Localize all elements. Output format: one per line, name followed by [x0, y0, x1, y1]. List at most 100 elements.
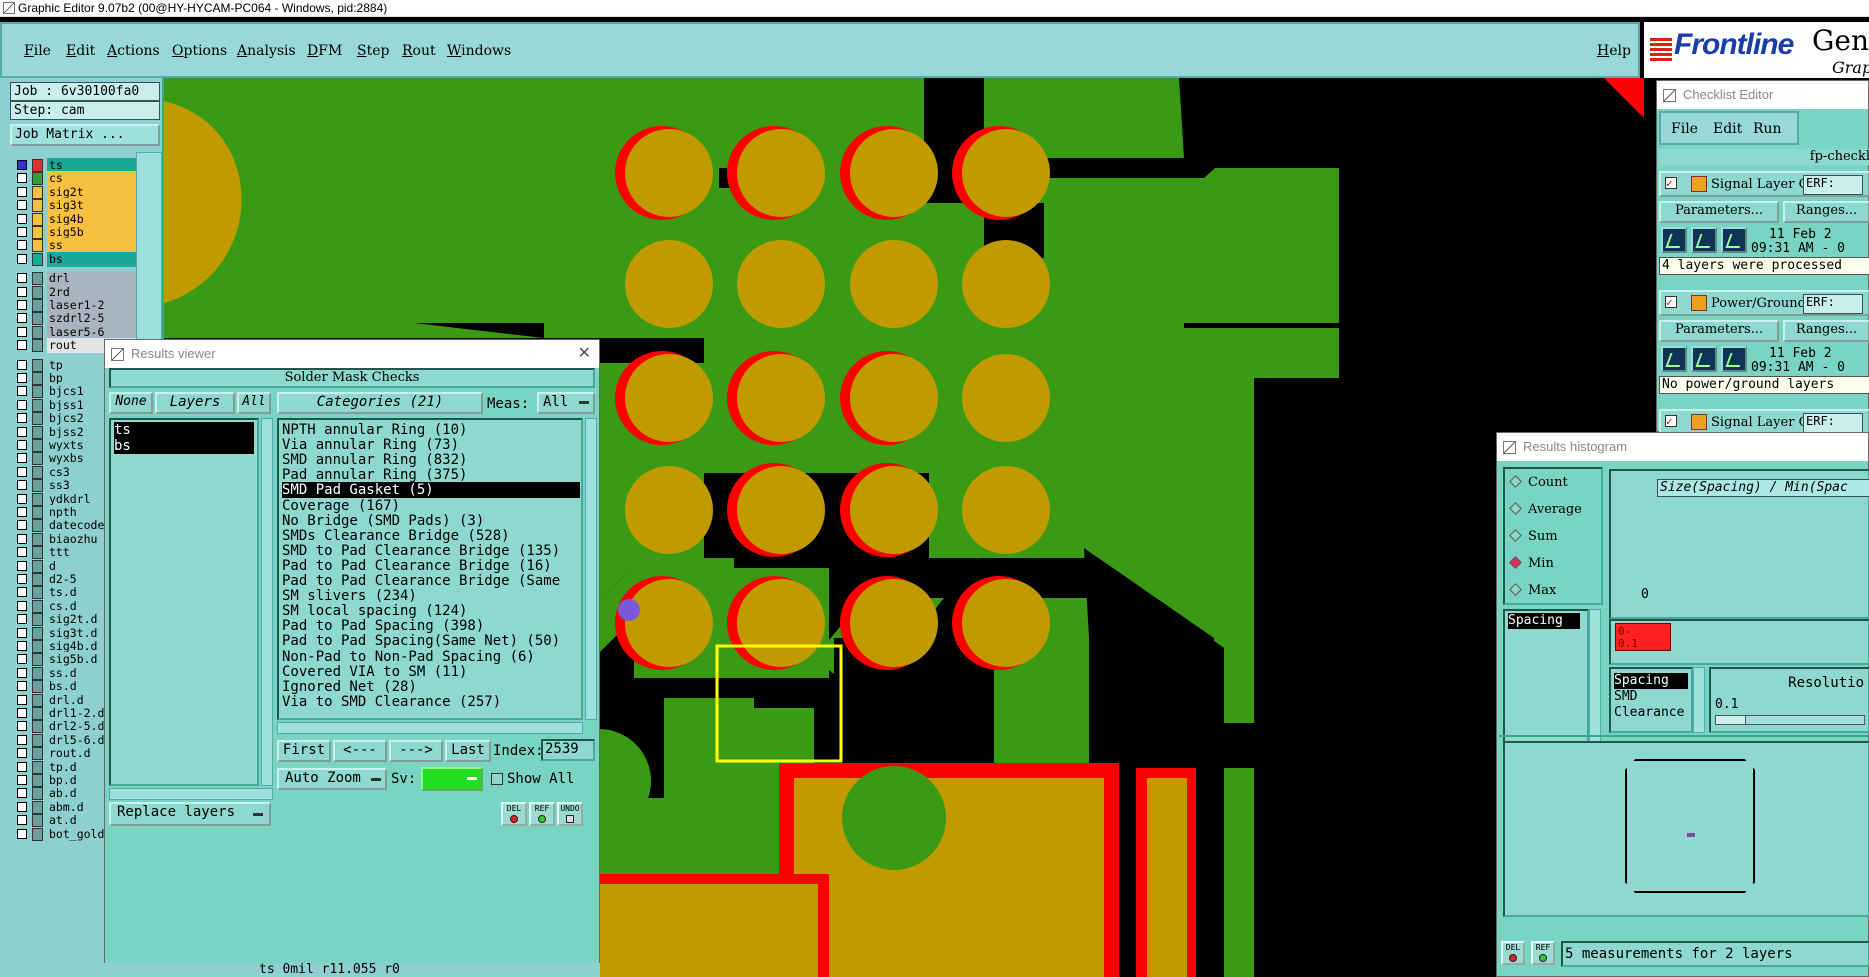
list-item[interactable]: SMD [1614, 689, 1637, 705]
layer-color-swatch[interactable] [32, 412, 43, 426]
del-button[interactable]: DEL [501, 802, 527, 826]
layer-name[interactable]: bs [47, 251, 145, 267]
layer-checkbox[interactable] [17, 440, 27, 450]
layer-checkbox[interactable] [17, 560, 27, 571]
layer-checkbox[interactable] [17, 587, 27, 598]
layer-checkbox[interactable] [17, 326, 27, 337]
erf-field[interactable]: ERF: [1803, 175, 1863, 195]
layer-color-swatch[interactable] [32, 653, 43, 667]
meas-dropdown[interactable]: All [537, 392, 595, 414]
layer-color-swatch[interactable] [32, 546, 43, 560]
layer-color-swatch[interactable] [32, 226, 43, 239]
ranges-button[interactable]: Ranges... [1783, 201, 1869, 223]
histogram-bin-bar[interactable]: 0- 0.1 [1615, 623, 1671, 651]
layer-checkbox[interactable] [17, 240, 27, 251]
category-item[interactable]: Covered VIA to SM (11) [282, 664, 580, 680]
category-item[interactable]: No Bridge (SMD Pads) (3) [282, 513, 580, 529]
show-all-checkbox[interactable] [491, 773, 503, 785]
layer-checkbox[interactable] [17, 828, 27, 839]
layer-color-swatch[interactable] [32, 172, 43, 186]
menu-analysis[interactable]: Analysis [237, 43, 296, 59]
layer-checkbox[interactable] [17, 373, 27, 383]
layer-checkbox[interactable] [17, 253, 27, 264]
layer-color-swatch[interactable] [32, 325, 43, 339]
layer-color-swatch[interactable] [32, 212, 43, 226]
layer-color-swatch[interactable] [32, 747, 43, 761]
report-icon[interactable] [1721, 227, 1747, 253]
list-item[interactable]: ts [114, 422, 254, 438]
layer-checkbox[interactable] [17, 480, 27, 491]
category-item[interactable]: Ignored Net (28) [282, 679, 580, 695]
check-icon[interactable]: ✓ [1665, 415, 1677, 427]
layer-color-swatch[interactable] [32, 299, 43, 312]
parameters-button[interactable]: Parameters... [1659, 320, 1779, 342]
category-item[interactable]: Pad to Pad Clearance Bridge (Same [282, 573, 580, 589]
layer-color-swatch[interactable] [32, 185, 43, 199]
checklist-menu-run[interactable]: Run [1753, 121, 1782, 137]
layer-color-swatch[interactable] [32, 358, 43, 372]
category-item[interactable]: NPTH annular Ring (10) [282, 422, 580, 438]
layer-color-swatch[interactable] [32, 479, 43, 493]
layer-checkbox[interactable] [17, 574, 27, 584]
replace-layers-dropdown[interactable]: Replace layers [109, 802, 271, 826]
radio-icon[interactable] [1509, 583, 1522, 596]
radio-icon[interactable] [1509, 502, 1522, 515]
layer-color-swatch[interactable] [32, 465, 43, 479]
check-icon[interactable]: ✓ [1665, 296, 1677, 308]
category-item[interactable]: Coverage (167) [282, 498, 580, 514]
layer-checkbox[interactable] [17, 227, 27, 237]
layer-checkbox[interactable] [17, 200, 27, 211]
layer-color-swatch[interactable] [32, 787, 43, 801]
menu-dfm[interactable]: DFM [307, 43, 342, 59]
show-icon[interactable] [1691, 346, 1717, 372]
ref-button[interactable]: REF [529, 802, 555, 826]
check-icon[interactable]: ✓ [1665, 177, 1677, 189]
layer-checkbox[interactable] [17, 286, 27, 297]
layer-checkbox[interactable] [17, 386, 27, 397]
layer-checkbox[interactable] [17, 654, 27, 665]
erf-field[interactable]: ERF: [1803, 413, 1863, 433]
category-item[interactable]: Via annular Ring (73) [282, 437, 580, 453]
layers-button[interactable]: Layers [155, 392, 235, 414]
layer-checkbox[interactable] [17, 399, 27, 410]
menu-step[interactable]: Step [357, 43, 389, 59]
checklist-item-label[interactable]: Signal Layer Ch [1711, 177, 1817, 192]
metric-list-scrollbar[interactable] [1693, 667, 1705, 733]
layer-checkbox[interactable] [17, 160, 27, 170]
checklist-menu-file[interactable]: File [1671, 121, 1698, 137]
menu-edit[interactable]: Edit [66, 43, 95, 59]
radio-icon[interactable] [1509, 529, 1522, 542]
layer-checkbox[interactable] [17, 681, 27, 692]
radio-icon[interactable] [1509, 475, 1522, 488]
histogram-option-max[interactable]: Max [1509, 583, 1556, 598]
category-item[interactable]: Pad to Pad Spacing (398) [282, 618, 580, 634]
layer-checkbox[interactable] [17, 453, 27, 464]
category-item[interactable]: Pad to Pad Spacing(Same Net) (50) [282, 633, 580, 649]
layer-checkbox[interactable] [17, 507, 27, 517]
sv-color-dropdown[interactable] [421, 767, 483, 791]
histogram-option-min[interactable]: Min [1509, 556, 1554, 571]
layer-checkbox[interactable] [17, 614, 27, 625]
layer-color-swatch[interactable] [32, 159, 43, 172]
category-item[interactable]: Pad to Pad Clearance Bridge (16) [282, 558, 580, 574]
layer-checkbox[interactable] [17, 413, 27, 424]
prev-button[interactable]: <--- [333, 740, 387, 762]
run-icon[interactable] [1661, 227, 1687, 253]
all-layers-button[interactable]: All [237, 392, 271, 414]
layer-list-vscrollbar[interactable] [261, 418, 273, 786]
menu-rout[interactable]: Rout [402, 43, 436, 59]
layer-color-swatch[interactable] [32, 573, 43, 586]
layer-color-swatch[interactable] [32, 398, 43, 412]
layer-checkbox[interactable] [17, 600, 27, 611]
layer-color-swatch[interactable] [32, 559, 43, 573]
resolution-slider[interactable] [1715, 715, 1865, 725]
histogram-metric-list[interactable]: Spacing SMD Clearance [1609, 667, 1693, 733]
layer-checkbox[interactable] [17, 761, 27, 772]
none-button[interactable]: None [109, 392, 153, 414]
layer-color-swatch[interactable] [32, 680, 43, 694]
show-icon[interactable] [1691, 227, 1717, 253]
layer-color-swatch[interactable] [32, 693, 43, 707]
last-button[interactable]: Last [445, 740, 491, 762]
layer-checkbox[interactable] [17, 748, 27, 759]
layer-checkbox[interactable] [17, 300, 27, 310]
